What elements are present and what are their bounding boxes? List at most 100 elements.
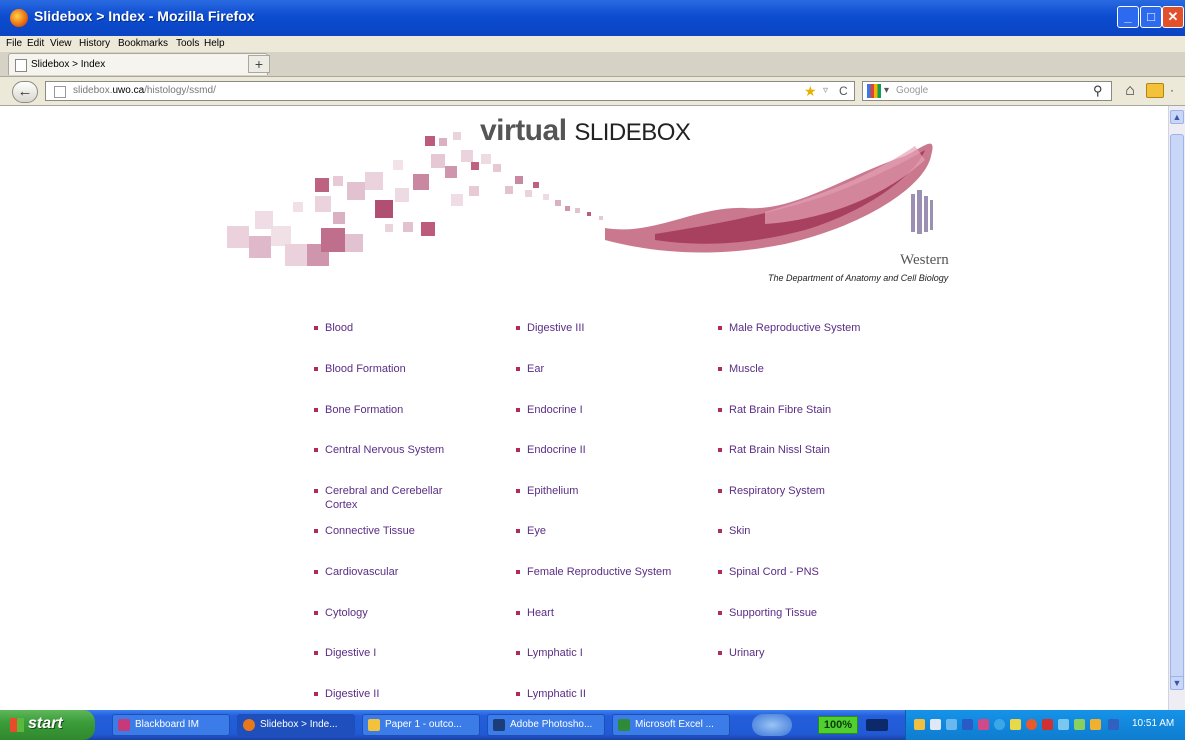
menu-help[interactable]: Help [204, 38, 225, 49]
google-engine-icon[interactable] [867, 84, 881, 98]
link-digestive-ii[interactable]: Digestive II [314, 687, 379, 701]
link-respiratory-system[interactable]: Respiratory System [718, 484, 825, 498]
link-lymphatic-ii[interactable]: Lymphatic II [516, 687, 586, 701]
taskbar-slidebox-firefox[interactable]: Slidebox > Inde... [237, 714, 355, 736]
link-epithelium[interactable]: Epithelium [516, 484, 578, 498]
link-blood[interactable]: Blood [314, 321, 353, 335]
scroll-down-arrow-icon[interactable]: ▼ [1170, 676, 1184, 690]
zoom-indicator[interactable]: 100% [818, 716, 858, 734]
bullet [314, 529, 318, 534]
link-supporting-tissue[interactable]: Supporting Tissue [718, 606, 817, 620]
link-urinary[interactable]: Urinary [718, 646, 764, 660]
link-cytology[interactable]: Cytology [314, 606, 368, 620]
bullet [314, 408, 318, 413]
menu-history[interactable]: History [79, 38, 110, 49]
bullet [314, 326, 318, 331]
bullet [516, 448, 520, 453]
tray-icon[interactable] [1042, 719, 1053, 730]
department-name: The Department of Anatomy and Cell Biolo… [768, 273, 949, 283]
search-placeholder: Google [896, 85, 929, 96]
link-skin[interactable]: Skin [718, 524, 750, 538]
link-spinal-cord-pns[interactable]: Spinal Cord - PNS [718, 565, 819, 579]
bullet [314, 692, 318, 697]
tray-icon[interactable] [1108, 719, 1119, 730]
link-cardiovascular[interactable]: Cardiovascular [314, 565, 398, 579]
link-ear[interactable]: Ear [516, 362, 544, 376]
tray-icon[interactable] [978, 719, 989, 730]
url-dropdown-icon[interactable]: ▿ [823, 85, 828, 96]
vertical-scrollbar[interactable]: ▲ ▼ [1168, 106, 1185, 710]
bullet [516, 692, 520, 697]
minimize-button[interactable]: _ [1117, 6, 1139, 28]
search-icon[interactable]: ⚲ [1093, 83, 1103, 99]
link-rat-brain-nissl-stain[interactable]: Rat Brain Nissl Stain [718, 443, 830, 457]
network-icon[interactable] [866, 719, 888, 731]
bullet [718, 448, 722, 453]
tray-icon[interactable] [994, 719, 1005, 730]
tray-icon[interactable] [1058, 719, 1069, 730]
excel-icon [618, 719, 630, 731]
reload-icon[interactable]: C [839, 84, 848, 98]
url-bar[interactable]: slidebox.uwo.ca/histology/ssmd/ ★ ▿ C [45, 81, 855, 101]
bullet [516, 570, 520, 575]
link-central-nervous-system[interactable]: Central Nervous System [314, 443, 444, 457]
western-logo: Western [900, 252, 949, 268]
start-button[interactable]: start [0, 710, 95, 740]
link-blood-formation[interactable]: Blood Formation [314, 362, 406, 376]
menu-view[interactable]: View [50, 38, 72, 49]
menu-edit[interactable]: Edit [27, 38, 44, 49]
menu-bookmarks[interactable]: Bookmarks [118, 38, 168, 49]
taskbar-blackboard-im[interactable]: Blackboard IM [112, 714, 230, 736]
tray-icon[interactable] [1010, 719, 1021, 730]
engine-dropdown-icon[interactable]: ▾ [884, 85, 889, 96]
bluetooth-icon[interactable] [962, 719, 973, 730]
link-endocrine-i[interactable]: Endocrine I [516, 403, 583, 417]
link-eye[interactable]: Eye [516, 524, 546, 538]
link-lymphatic-i[interactable]: Lymphatic I [516, 646, 583, 660]
taskbar-microsoft-excel[interactable]: Microsoft Excel ... [612, 714, 730, 736]
site-identity-icon[interactable] [54, 86, 66, 98]
search-bar[interactable]: ▾ Google ⚲ [862, 81, 1112, 101]
clock[interactable]: 10:51 AM [1132, 718, 1174, 729]
link-male-reproductive-system[interactable]: Male Reproductive System [718, 321, 860, 335]
bullet [718, 651, 722, 656]
link-endocrine-ii[interactable]: Endocrine II [516, 443, 586, 457]
link-heart[interactable]: Heart [516, 606, 554, 620]
bookmark-star-icon[interactable]: ★ [804, 83, 817, 100]
link-cerebral-and-cerebellar-cortex[interactable]: Cerebral and Cerebellar Cortex [314, 484, 475, 512]
navigation-bar: ← slidebox.uwo.ca/histology/ssmd/ ★ ▿ C … [0, 77, 1185, 106]
link-bone-formation[interactable]: Bone Formation [314, 403, 403, 417]
tray-icon[interactable] [1090, 719, 1101, 730]
overflow-chevron-icon[interactable]: · [1170, 83, 1174, 97]
page-content: virtual SLIDEBOX Western The Department … [0, 106, 1168, 710]
tray-icon[interactable] [1074, 719, 1085, 730]
menu-file[interactable]: File [6, 38, 22, 49]
new-tab-button[interactable]: + [248, 55, 270, 73]
bookmarks-icon[interactable] [1146, 83, 1164, 98]
link-rat-brain-fibre-stain[interactable]: Rat Brain Fibre Stain [718, 403, 831, 417]
bullet [516, 651, 520, 656]
tray-icon[interactable] [1026, 719, 1037, 730]
page-icon [15, 59, 27, 72]
link-muscle[interactable]: Muscle [718, 362, 764, 376]
tray-icon[interactable] [914, 719, 925, 730]
tab-slidebox[interactable]: Slidebox > Index [8, 53, 268, 75]
taskbar-paper-folder[interactable]: Paper 1 - outco... [362, 714, 480, 736]
scrollbar-thumb[interactable] [1170, 134, 1184, 684]
link-female-reproductive-system[interactable]: Female Reproductive System [516, 565, 671, 579]
maximize-button[interactable]: □ [1140, 6, 1162, 28]
home-icon[interactable]: ⌂ [1120, 81, 1140, 101]
taskbar-adobe-photoshop[interactable]: Adobe Photosho... [487, 714, 605, 736]
menu-tools[interactable]: Tools [176, 38, 199, 49]
link-digestive-iii[interactable]: Digestive III [516, 321, 584, 335]
scroll-up-arrow-icon[interactable]: ▲ [1170, 110, 1184, 124]
close-button[interactable]: ✕ [1162, 6, 1184, 28]
tray-icon[interactable] [946, 719, 957, 730]
back-button[interactable]: ← [12, 81, 38, 103]
messenger-icon[interactable] [752, 714, 792, 736]
tray-icon[interactable] [930, 719, 941, 730]
firefox-icon [10, 9, 28, 27]
link-digestive-i[interactable]: Digestive I [314, 646, 376, 660]
firefox-icon [243, 719, 255, 731]
link-connective-tissue[interactable]: Connective Tissue [314, 524, 415, 538]
